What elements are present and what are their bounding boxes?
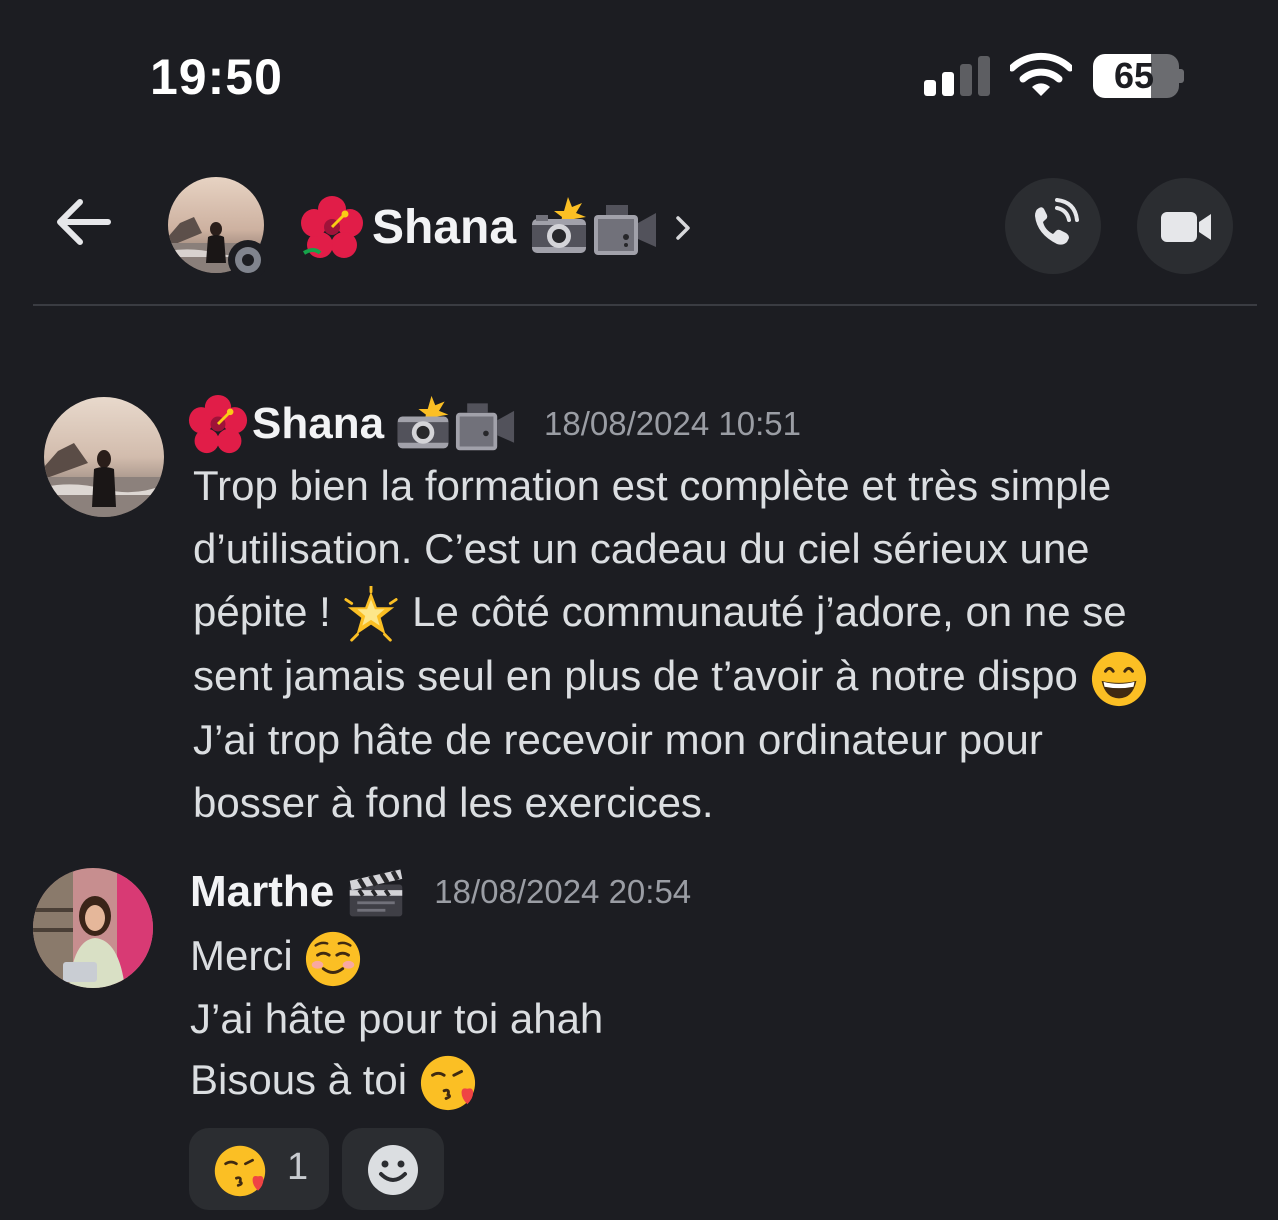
header-divider [33, 304, 1257, 306]
message-line: Trop bien la formation est complète et t… [193, 462, 1112, 509]
author-name[interactable]: Marthe [190, 867, 334, 917]
avatar-marthe[interactable] [33, 868, 153, 988]
camera-with-flash-emoji [397, 395, 449, 449]
message-content-shana: Trop bien la formation est complète et t… [193, 454, 1148, 834]
clock-time: 19:50 [150, 49, 283, 105]
message-timestamp: 18/08/2024 10:51 [544, 405, 801, 442]
video-call-button[interactable] [1137, 178, 1233, 274]
camera-with-flash-emoji [532, 197, 587, 253]
phone-icon [1035, 198, 1079, 245]
message-line-with-emoji: sent jamais seul en plus de t’avoir à no… [193, 644, 1148, 708]
arrow-left-icon[interactable] [52, 190, 116, 254]
message-header-marthe: Marthe 18/08/2024 20:54 [190, 860, 691, 924]
video-camera-icon [1161, 212, 1211, 242]
battery-level: 65 [1113, 55, 1155, 96]
battery-icon: 65 [1093, 54, 1184, 98]
wifi-icon [1010, 52, 1072, 96]
message-line-with-emoji: pépite ! Le côté communauté j’adore, on … [193, 580, 1148, 644]
message-content-marthe: Merci J’ai hâte pour toi ahah Bisous à t… [190, 924, 603, 1112]
reaction-kiss-button[interactable]: 1 [189, 1128, 329, 1210]
smiling-face-emoji [306, 931, 361, 986]
contact-name-row[interactable]: Shana [300, 192, 658, 262]
grinning-face-emoji [1091, 651, 1146, 706]
message-line: J’ai hâte pour toi ahah [190, 995, 604, 1042]
signal-icon [924, 54, 994, 96]
clapper-board-emoji [350, 869, 403, 917]
message-line: d’utilisation. C’est un cadeau du ciel s… [193, 525, 1090, 572]
avatar-shana[interactable] [44, 397, 164, 517]
chevron-right-icon[interactable] [672, 210, 696, 246]
conversation-header: Shana [0, 160, 1278, 306]
add-reaction-button[interactable] [342, 1128, 444, 1210]
presence-idle-icon [228, 240, 268, 280]
message-line-with-emoji: Merci [190, 924, 603, 988]
add-reaction-icon [368, 1145, 418, 1195]
message-timestamp: 18/08/2024 20:54 [434, 873, 692, 910]
face-blowing-kiss-emoji [420, 1055, 475, 1110]
reaction-count: 1 [287, 1146, 309, 1188]
message-line-with-emoji: Bisous à toi [190, 1049, 603, 1112]
contact-name: Shana [372, 200, 517, 254]
message-line: J’ai trop hâte de recevoir mon ordinateu… [193, 715, 1043, 763]
face-blowing-kiss-emoji [214, 1145, 266, 1197]
video-camera-emoji [455, 403, 515, 451]
glowing-star-emoji [344, 585, 399, 642]
author-name[interactable]: Shana [252, 399, 384, 449]
message-header-shana: Shana 18/08/2024 10:51 [188, 392, 801, 456]
hibiscus-emoji [188, 394, 248, 454]
message-line: bosser à fond les exercices. [193, 778, 714, 826]
voice-call-button[interactable] [1005, 178, 1101, 274]
video-camera-emoji [594, 205, 657, 255]
status-bar: 19:50 65 [0, 0, 1278, 150]
hibiscus-emoji [301, 196, 363, 258]
